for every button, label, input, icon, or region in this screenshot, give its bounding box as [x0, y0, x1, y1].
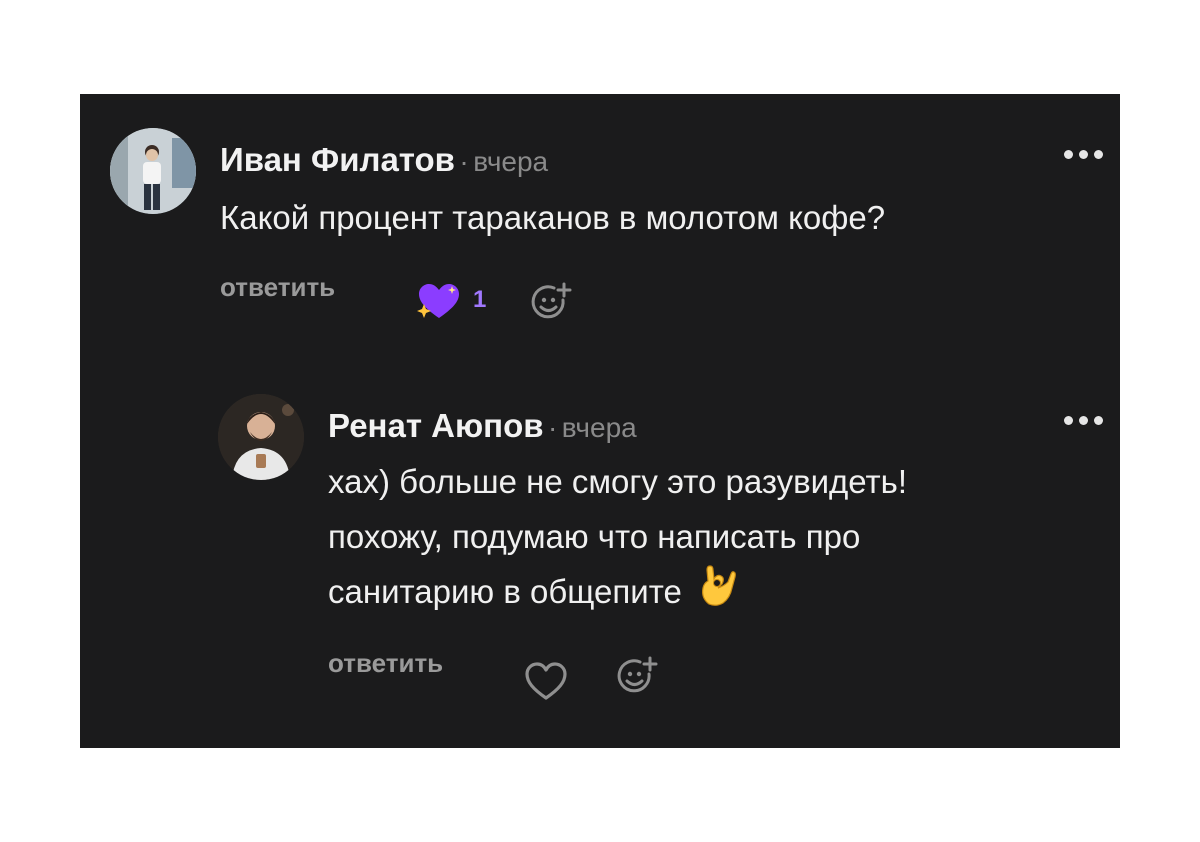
dot-icon: [1079, 150, 1088, 159]
timestamp: вчера: [473, 146, 549, 177]
separator: ·: [548, 412, 558, 443]
add-emoji-icon: [531, 282, 572, 319]
dot-icon: [1064, 150, 1073, 159]
avatar-photo: [110, 128, 196, 214]
reaction-button[interactable]: [416, 282, 462, 327]
reaction-count: 1: [473, 286, 487, 313]
comment-header: Иван Филатов · вчера: [220, 138, 548, 189]
comment-text-line: санитарию в общепите: [328, 564, 907, 624]
dot-icon: [1094, 150, 1103, 159]
comment-text: хах) больше не смогу это разувидеть! пох…: [328, 454, 907, 624]
sparkling-heart-icon: [417, 284, 459, 318]
more-options-button[interactable]: [1064, 410, 1110, 430]
comment-text-line: хах) больше не смогу это разувидеть!: [328, 463, 908, 500]
dot-icon: [1094, 416, 1103, 425]
add-reaction-button[interactable]: [530, 282, 574, 331]
comment-text-line-content: санитарию в общепите: [328, 573, 682, 610]
separator: ·: [459, 146, 469, 177]
avatar[interactable]: [110, 128, 196, 214]
avatar-photo: [218, 394, 304, 480]
add-reaction-button[interactable]: [616, 656, 660, 705]
author-name[interactable]: Иван Филатов: [220, 141, 455, 178]
like-button[interactable]: [524, 662, 568, 707]
reply-button[interactable]: ответить: [328, 646, 443, 680]
heart-outline-icon: [525, 662, 567, 700]
timestamp: вчера: [561, 412, 637, 443]
dot-icon: [1064, 416, 1073, 425]
comment-text-line: похожу, подумаю что написать про: [328, 518, 861, 555]
ok-hand-icon: [702, 565, 736, 607]
ok-hand-emoji: [697, 564, 737, 624]
dot-icon: [1079, 416, 1088, 425]
avatar[interactable]: [218, 394, 304, 480]
more-options-button[interactable]: [1064, 144, 1110, 164]
add-emoji-icon: [617, 656, 658, 693]
comment-header: Ренат Аюпов · вчера: [328, 404, 637, 455]
reply-button[interactable]: ответить: [220, 270, 335, 304]
comments-panel: Иван Филатов · вчера Какой процент тарак…: [80, 94, 1120, 748]
comment-text: Какой процент тараканов в молотом кофе?: [220, 199, 886, 236]
author-name[interactable]: Ренат Аюпов: [328, 407, 544, 444]
